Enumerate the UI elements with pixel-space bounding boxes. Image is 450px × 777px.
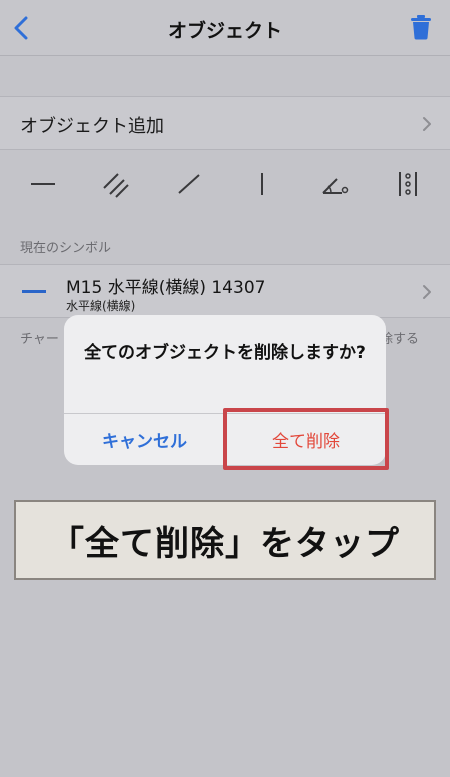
vertical-line-icon[interactable] — [247, 170, 277, 198]
add-object-label: オブジェクト追加 — [20, 116, 164, 137]
current-symbol-section-label: 現在のシンボル — [20, 241, 112, 256]
navigation-bar: オブジェクト — [0, 0, 450, 56]
tutorial-caption: 「全て削除」をタップ — [14, 500, 436, 580]
symbol-title: M15 水平線(横線) 14307 — [66, 278, 266, 298]
angle-icon[interactable] — [320, 170, 350, 198]
line-color-indicator — [22, 290, 46, 293]
delete-all-confirm-button[interactable]: 全て削除 — [226, 414, 386, 465]
symbol-subtitle: 水平線(横線) — [66, 299, 136, 313]
page-title: オブジェクト — [167, 20, 282, 42]
add-object-row[interactable]: オブジェクト追加 — [0, 96, 450, 150]
delete-all-button[interactable] — [410, 14, 432, 40]
trash-icon — [411, 15, 431, 40]
confirm-delete-dialog: 全てのオブジェクトを削除しますか? キャンセル 全て削除 — [64, 315, 386, 465]
cancel-button[interactable]: キャンセル — [64, 414, 225, 465]
dialog-message: 全てのオブジェクトを削除しますか? — [84, 343, 366, 363]
fibonacci-icon[interactable] — [393, 170, 423, 198]
current-symbol-row[interactable]: M15 水平線(横線) 14307 水平線(横線) — [0, 264, 450, 318]
chevron-right-icon — [423, 117, 431, 131]
footer-note-left: チャー — [20, 332, 59, 347]
trend-line-icon[interactable] — [174, 170, 204, 198]
parallel-lines-icon[interactable] — [101, 170, 131, 198]
chevron-right-icon — [423, 285, 431, 299]
horizontal-line-icon[interactable] — [28, 170, 58, 198]
drawing-tools — [0, 160, 450, 208]
